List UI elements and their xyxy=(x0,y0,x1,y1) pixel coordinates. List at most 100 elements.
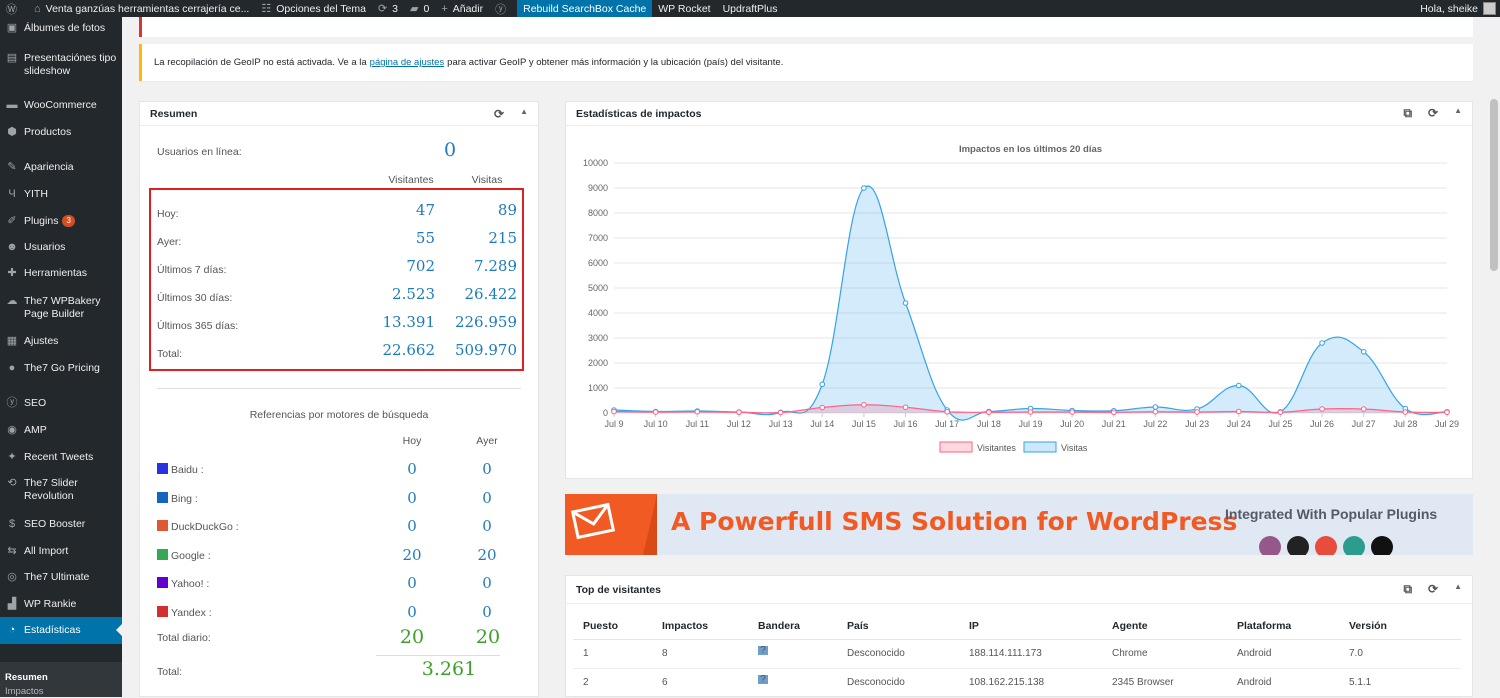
data-point xyxy=(1194,409,1200,415)
sidebar-item-label: Productos xyxy=(24,126,72,138)
refresh-icon[interactable]: ⟳ xyxy=(1428,106,1438,121)
sidebar-item-label: Plugins xyxy=(24,215,59,227)
sidebar-item-wp-rankie[interactable]: ▟ WP Rankie xyxy=(0,598,122,611)
data-point xyxy=(1069,409,1075,415)
total-value: 3.261 xyxy=(421,658,477,680)
data-point xyxy=(1360,348,1367,355)
updates-link[interactable]: ⟳ 3 xyxy=(372,0,404,17)
sidebar-item-presentaciónes-tipo-slideshow[interactable]: ▤ Presentaciónes tipo slideshow xyxy=(0,52,122,78)
sidebar-item-label: SEO Booster xyxy=(24,518,86,530)
table-cell-country: Desconocido xyxy=(847,677,905,688)
search-engine-today: 0 xyxy=(407,488,417,507)
woocommerce-icon: ▬ xyxy=(6,99,18,111)
sidebar-item-label: WooCommerce xyxy=(24,99,97,111)
search-engine-name: Google : xyxy=(171,549,211,562)
page-scrollbar[interactable] xyxy=(1488,17,1500,697)
sidebar-item-estadísticas[interactable]: ◔ Estadísticas xyxy=(0,617,122,644)
refresh-icon: ⟲ xyxy=(7,477,17,489)
shield-check-icon: ◎ xyxy=(7,571,17,583)
x-tick-label: Jul 17 xyxy=(935,419,959,429)
sidebar-item-seo[interactable]: ⓨ SEO xyxy=(0,397,122,410)
data-point xyxy=(611,408,617,415)
sidebar-item-recent-tweets[interactable]: ✦ Recent Tweets xyxy=(0,451,122,464)
slideshow-icon: ▤ xyxy=(6,52,18,64)
sidebar-item-ajustes[interactable]: ▦ Ajustes xyxy=(0,335,122,348)
sidebar-item-herramientas[interactable]: ✚ Herramientas xyxy=(0,267,122,280)
rebuild-searchbox-button[interactable]: Rebuild SearchBox Cache xyxy=(517,0,653,17)
table-header: Versión xyxy=(1349,620,1387,632)
hits-header: Estadísticas de impactos ⧉ ⟳ ▲ xyxy=(566,102,1472,126)
table-cell-country: Desconocido xyxy=(847,648,905,659)
scrollbar-thumb[interactable] xyxy=(1490,99,1498,271)
sidebar-item-apariencia[interactable]: ✎ Apariencia xyxy=(0,161,122,174)
submenu-impactos[interactable]: Impactos xyxy=(5,686,44,697)
sidebar-item-amp[interactable]: ◉ AMP xyxy=(0,424,122,437)
search-engine-name: Yandex : xyxy=(171,606,212,619)
x-tick-label: Jul 16 xyxy=(894,419,918,429)
sidebar-item-usuarios[interactable]: ☻ Usuarios xyxy=(0,241,122,254)
data-point xyxy=(861,401,867,408)
y-tick-label: 8000 xyxy=(588,208,608,218)
sliders-icon: ☷ xyxy=(261,3,272,15)
y-tick-label: 7000 xyxy=(588,233,608,243)
search-engine-label: Baidu : xyxy=(157,463,204,476)
dollar-icon: $ xyxy=(8,518,16,530)
search-engines-title: Referencias por motores de búsqueda xyxy=(249,409,429,421)
data-point xyxy=(652,409,659,415)
sidebar-item-yith[interactable]: Ч YITH xyxy=(0,188,122,201)
data-point xyxy=(902,404,909,411)
table-cell-ip: 108.162.215.138 xyxy=(969,677,1045,688)
sidebar-item-the7-go-pricing[interactable]: ● The7 Go Pricing xyxy=(0,362,122,375)
yoast-link[interactable]: ⓨ xyxy=(489,0,517,17)
submenu-resumen[interactable]: Resumen xyxy=(5,672,48,683)
settings-page-link[interactable]: página de ajustes xyxy=(370,57,444,68)
sidebar-item-woocommerce[interactable]: ▬ WooCommerce xyxy=(0,99,122,112)
theme-options-link[interactable]: ☷ Opciones del Tema xyxy=(255,0,372,17)
stats-submenu: Resumen Impactos xyxy=(0,662,122,697)
hits-title: Estadísticas de impactos xyxy=(576,107,702,120)
sidebar-item-plugins[interactable]: ✐ Plugins 3 xyxy=(0,215,122,228)
product-box-icon: ⬢ xyxy=(7,126,17,138)
sidebar-item-álbumes-de-fotos[interactable]: ▣ Álbumes de fotos xyxy=(0,22,122,35)
search-engine-logo-icon xyxy=(157,520,168,531)
search-engine-name: Yahoo! : xyxy=(171,578,210,590)
x-tick-label: Jul 29 xyxy=(1435,419,1459,429)
sidebar-item-label: Álbumes de fotos xyxy=(24,22,106,34)
sms-plugin-banner[interactable]: A Powerfull SMS Solution for WordPress I… xyxy=(565,494,1473,555)
table-cell-platform: Android xyxy=(1237,677,1272,688)
search-engine-today: 0 xyxy=(407,574,417,592)
amp-icon: ◉ xyxy=(7,424,17,436)
x-tick-label: Jul 9 xyxy=(604,419,623,429)
search-engine-logo-icon xyxy=(157,577,168,588)
table-cell-ip: 188.114.111.173 xyxy=(969,648,1042,659)
data-point xyxy=(1152,404,1159,410)
table-header: Bandera xyxy=(758,620,801,632)
x-tick-label: Jul 14 xyxy=(810,419,834,429)
legend-label: Visitas xyxy=(1061,443,1088,453)
sidebar-item-the7-wpbakery-page-builder[interactable]: ☁ The7 WPBakery Page Builder xyxy=(0,295,122,321)
legend-swatch xyxy=(939,441,973,453)
hits-chart: Impactos en los últimos 20 días 0 1000 2000… xyxy=(583,144,1459,453)
sidebar-item-the7-slider-revolution[interactable]: ⟲ The7 Slider Revolution xyxy=(0,477,122,503)
sidebar-item-label: Ajustes xyxy=(24,335,59,347)
account-menu[interactable]: Hola, sheike xyxy=(1414,0,1500,17)
wp-rocket-link[interactable]: WP Rocket xyxy=(652,0,716,17)
sidebar-item-productos[interactable]: ⬢ Productos xyxy=(0,126,122,139)
site-name-link[interactable]: ⌂ Venta ganzúas herramientas cerrajería c… xyxy=(28,0,255,17)
data-point xyxy=(777,409,784,416)
x-tick-label: Jul 28 xyxy=(1393,419,1417,429)
table-cell-platform: Android xyxy=(1237,648,1272,659)
add-new-link[interactable]: + Añadir xyxy=(435,0,489,17)
wordpress-logo[interactable]: Ⓦ xyxy=(0,0,28,17)
updraftplus-link[interactable]: UpdraftPlus xyxy=(717,0,784,17)
sidebar-item-seo-booster[interactable]: $ SEO Booster xyxy=(0,518,122,531)
data-point xyxy=(1360,406,1367,412)
collapse-icon[interactable]: ▲ xyxy=(1454,106,1462,121)
import-icon: ⇆ xyxy=(7,545,17,557)
sidebar-item-all-import[interactable]: ⇆ All Import xyxy=(0,545,122,558)
plus-icon: + xyxy=(441,2,448,15)
sidebar-item-the7-ultimate[interactable]: ◎ The7 Ultimate xyxy=(0,571,122,584)
external-link-icon[interactable]: ⧉ xyxy=(1403,106,1412,121)
search-engine-name: Bing : xyxy=(171,492,198,505)
comments-link[interactable]: ▰ 0 xyxy=(404,0,435,17)
